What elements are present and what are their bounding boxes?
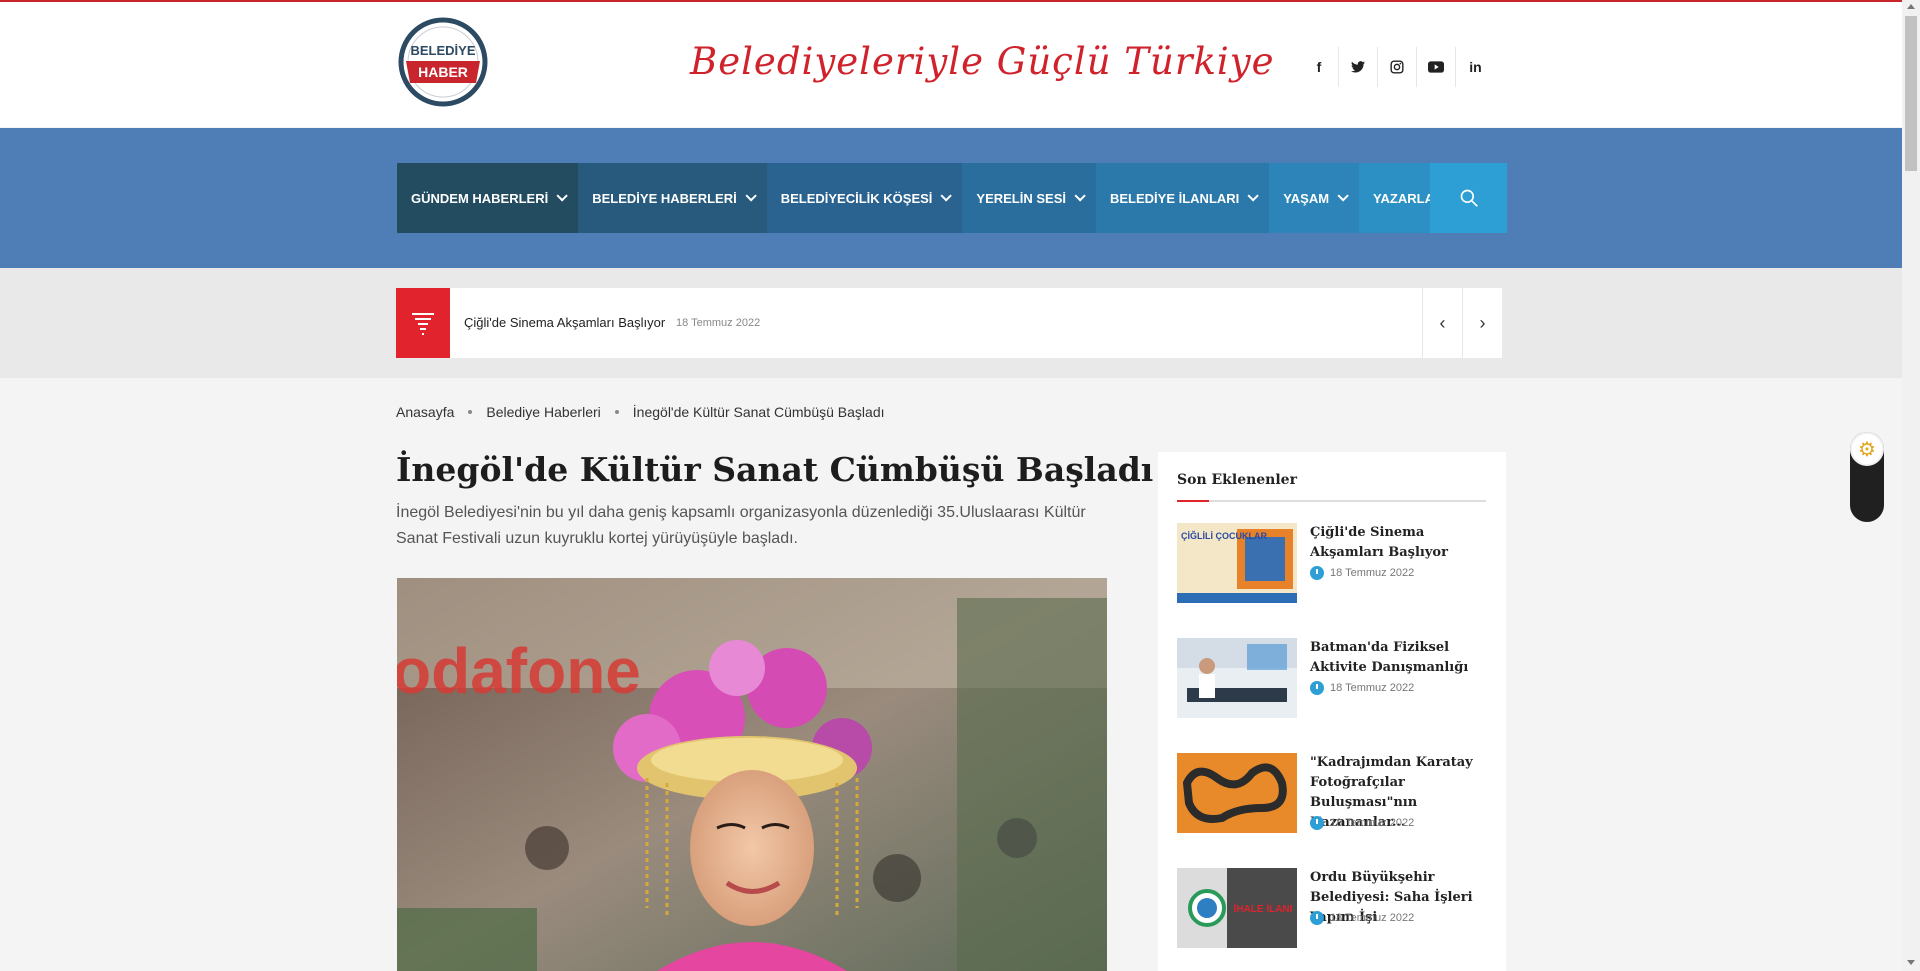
list-icon <box>412 313 434 335</box>
chevron-down-icon <box>940 190 953 202</box>
ticker-date: 18 Temmuz 2022 <box>676 317 761 329</box>
breadcrumb-home[interactable]: Anasayfa <box>396 404 454 420</box>
svg-text:ÇİĞLİLİ ÇOCUKLAR: ÇİĞLİLİ ÇOCUKLAR <box>1181 530 1267 541</box>
recent-post-title[interactable]: Çiğli'de Sinema Akşamları Başlıyor <box>1310 523 1488 563</box>
breadcrumb-category[interactable]: Belediye Haberleri <box>486 404 600 420</box>
clock-icon <box>1310 816 1324 830</box>
news-ticker-bar: Çiğli'de Sinema Akşamları Başlıyor 18 Te… <box>0 268 1902 378</box>
recent-post-date: 18 Temmuz 2022 <box>1310 816 1414 830</box>
clock-icon <box>1310 681 1324 695</box>
nav-label: BELEDİYE HABERLERİ <box>592 190 737 206</box>
nav-belediye-haberleri[interactable]: BELEDİYE HABERLERİ <box>578 163 767 233</box>
instagram-icon[interactable] <box>1378 47 1417 87</box>
breadcrumb-current: İnegöl'de Kültür Sanat Cümbüşü Başladı <box>632 404 885 420</box>
chevron-down-icon <box>556 190 569 202</box>
youtube-icon[interactable] <box>1417 47 1456 87</box>
scroll-up-arrow[interactable] <box>1907 4 1915 9</box>
site-header: BELEDİYE HABER Belediyeleriyle Güçlü Tür… <box>0 2 1902 127</box>
recent-post-date: 18 Temmuz 2022 <box>1310 681 1414 695</box>
scroll-down-arrow[interactable] <box>1907 960 1915 965</box>
svg-text:odafone: odafone <box>397 635 641 707</box>
twitter-icon[interactable] <box>1339 47 1378 87</box>
nav-label: BELEDİYECİLİK KÖŞESİ <box>780 190 933 206</box>
sidebar-recent-posts: Son Eklenenler ÇİĞLİLİ ÇOCUKLAR Çiğli'de… <box>1158 452 1506 971</box>
article-title: İnegöl'de Kültür Sanat Cümbüşü Başladı <box>396 450 1154 489</box>
chevron-left-icon: ‹ <box>1439 312 1446 333</box>
scrollbar-thumb[interactable] <box>1905 16 1917 171</box>
nav-belediyecilik-kosesi[interactable]: BELEDİYECİLİK KÖŞESİ <box>766 163 963 233</box>
chevron-down-icon <box>1074 190 1086 202</box>
main-menu: GÜNDEM HABERLERİ BELEDİYE HABERLERİ BELE… <box>397 163 1458 233</box>
chevron-right-icon: › <box>1479 312 1486 333</box>
news-ticker: Çiğli'de Sinema Akşamları Başlıyor 18 Te… <box>396 288 1502 358</box>
social-links: f in <box>1300 47 1495 87</box>
ticker-headline[interactable]: Çiğli'de Sinema Akşamları Başlıyor <box>464 315 665 330</box>
navigation-bar: GÜNDEM HABERLERİ BELEDİYE HABERLERİ BELE… <box>0 128 1902 268</box>
svg-text:İHALE İLANI: İHALE İLANI <box>1234 902 1293 915</box>
nav-belediye-ilanlari[interactable]: BELEDİYE İLANLARI <box>1095 163 1270 233</box>
recent-post-thumbnail[interactable]: ÇİĞLİLİ ÇOCUKLAR <box>1177 523 1297 603</box>
search-icon <box>1460 189 1478 207</box>
site-slogan: Belediyeleriyle Güçlü Türkiye <box>690 40 1275 83</box>
breadcrumb: Anasayfa Belediye Haberleri İnegöl'de Kü… <box>396 404 885 420</box>
gear-icon[interactable]: ⚙ <box>1850 432 1884 466</box>
recent-post-date: 18 Temmuz 2022 <box>1310 566 1414 580</box>
nav-yasam[interactable]: YAŞAM <box>1269 163 1360 233</box>
nav-label: YERELİN SESİ <box>976 190 1066 206</box>
article-lead: İnegöl Belediyesi'nin bu yıl daha geniş … <box>396 504 1086 547</box>
ticker-badge <box>396 288 450 358</box>
breadcrumb-separator <box>614 410 619 414</box>
chevron-down-icon <box>1247 190 1260 202</box>
settings-toggle[interactable]: ⚙ <box>1850 432 1884 522</box>
recent-post-thumbnail[interactable]: İHALE İLANI <box>1177 868 1297 948</box>
nav-yerelin-sesi[interactable]: YERELİN SESİ <box>962 163 1096 233</box>
recent-post-title[interactable]: Batman'da Fiziksel Aktivite Danışmanlığı <box>1310 638 1488 678</box>
chevron-down-icon <box>745 190 757 202</box>
ticker-prev-button[interactable]: ‹ <box>1422 288 1462 358</box>
sidebar-heading: Son Eklenenler <box>1177 472 1297 488</box>
nav-label: GÜNDEM HABERLERİ <box>411 190 549 206</box>
facebook-icon[interactable]: f <box>1300 47 1339 87</box>
linkedin-icon[interactable]: in <box>1456 47 1495 87</box>
sidebar-heading-underline <box>1177 500 1486 502</box>
site-logo[interactable]: BELEDİYE HABER <box>398 17 488 107</box>
nav-label: YAŞAM <box>1283 190 1330 206</box>
nav-gundem-haberleri[interactable]: GÜNDEM HABERLERİ <box>397 163 579 233</box>
svg-text:HABER: HABER <box>418 64 468 80</box>
recent-post-date: 18 Temmuz 2022 <box>1310 911 1414 925</box>
page-scrollbar[interactable] <box>1902 0 1920 971</box>
recent-post-thumbnail[interactable] <box>1177 753 1297 833</box>
ticker-next-button[interactable]: › <box>1462 288 1502 358</box>
recent-post-thumbnail[interactable] <box>1177 638 1297 718</box>
nav-label: BELEDİYE İLANLARI <box>1109 190 1240 206</box>
svg-text:BELEDİYE: BELEDİYE <box>410 43 475 58</box>
article-hero-image: odafone <box>397 578 1107 971</box>
chevron-down-icon <box>1337 190 1349 202</box>
clock-icon <box>1310 566 1324 580</box>
clock-icon <box>1310 911 1324 925</box>
breadcrumb-separator <box>468 410 473 414</box>
search-button[interactable] <box>1430 163 1507 233</box>
